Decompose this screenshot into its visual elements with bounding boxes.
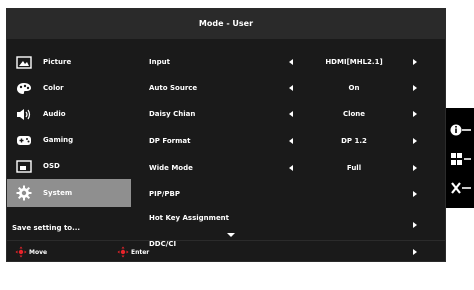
left-arrow-icon[interactable]	[289, 85, 293, 91]
picture-icon	[15, 54, 33, 70]
sidebar-item-gaming[interactable]: Gaming	[7, 127, 131, 153]
sidebar-item-color[interactable]: Color	[7, 75, 131, 101]
menu-title: Mode - User	[7, 9, 445, 39]
setting-value: HDMI[MHL2.1]	[325, 58, 383, 66]
setting-value: On	[348, 84, 360, 92]
sidebar-item-label: Audio	[43, 110, 66, 118]
setting-label: PIP/PBP	[149, 190, 181, 198]
settings-list: Input HDMI[MHL2.1] Auto Source On Daisy …	[131, 49, 445, 259]
move-hint: Move	[15, 246, 47, 258]
sidebar: Picture Color Audio Gaming OSD System	[7, 49, 131, 219]
close-icon[interactable]	[450, 180, 472, 194]
right-arrow-icon[interactable]	[413, 222, 417, 228]
gear-icon	[15, 185, 33, 201]
info-icon[interactable]	[450, 122, 472, 136]
right-arrow-icon[interactable]	[413, 59, 417, 65]
footer: Move Enter	[7, 240, 445, 261]
setting-label: Input	[149, 58, 170, 66]
palette-icon	[15, 80, 33, 96]
dpad-move-icon	[15, 246, 27, 258]
hardware-button-panel	[446, 108, 474, 208]
right-arrow-icon[interactable]	[413, 165, 417, 171]
setting-label: DP Format	[149, 137, 191, 145]
dpad-enter-icon	[117, 246, 129, 258]
sidebar-item-label: Gaming	[43, 136, 74, 144]
sidebar-item-label: OSD	[43, 162, 60, 170]
left-arrow-icon[interactable]	[289, 138, 293, 144]
right-arrow-icon[interactable]	[413, 85, 417, 91]
setting-row-daisy-chain[interactable]: Daisy Chian Clone	[131, 101, 445, 127]
setting-row-pip-pbp[interactable]: PIP/PBP	[131, 181, 445, 207]
osd-menu: Mode - User Picture Color Audio Gaming O…	[6, 8, 446, 262]
right-arrow-icon[interactable]	[413, 111, 417, 117]
right-arrow-icon[interactable]	[413, 138, 417, 144]
setting-value: Clone	[342, 110, 366, 118]
setting-row-input[interactable]: Input HDMI[MHL2.1]	[131, 49, 445, 75]
enter-hint: Enter	[117, 246, 149, 258]
setting-label: Hot Key Assignment	[149, 214, 230, 222]
sidebar-item-osd[interactable]: OSD	[7, 153, 131, 179]
speaker-icon	[15, 106, 33, 122]
enter-label: Enter	[131, 248, 150, 256]
scroll-down-icon[interactable]	[227, 233, 235, 237]
setting-label: Auto Source	[149, 84, 198, 92]
grid-icon[interactable]	[450, 151, 472, 165]
setting-row-wide-mode[interactable]: Wide Mode Full	[131, 155, 445, 181]
sidebar-item-label: Picture	[43, 58, 72, 66]
move-label: Move	[29, 248, 48, 256]
setting-label: Daisy Chian	[149, 110, 196, 118]
left-arrow-icon[interactable]	[289, 59, 293, 65]
sidebar-item-audio[interactable]: Audio	[7, 101, 131, 127]
right-arrow-icon[interactable]	[413, 191, 417, 197]
left-arrow-icon[interactable]	[289, 111, 293, 117]
setting-value: DP 1.2	[341, 137, 367, 145]
setting-label: Wide Mode	[149, 164, 193, 172]
sidebar-item-label: System	[43, 189, 73, 197]
setting-row-dp-format[interactable]: DP Format DP 1.2	[131, 128, 445, 154]
setting-row-auto-source[interactable]: Auto Source On	[131, 75, 445, 101]
sidebar-item-label: Color	[43, 84, 64, 92]
sidebar-item-system[interactable]: System	[7, 179, 131, 207]
left-arrow-icon[interactable]	[289, 165, 293, 171]
setting-value: Full	[346, 164, 362, 172]
gamepad-icon	[15, 132, 33, 148]
osd-icon	[15, 158, 33, 174]
sidebar-item-picture[interactable]: Picture	[7, 49, 131, 75]
save-setting-button[interactable]: Save setting to...	[12, 224, 80, 232]
setting-row-hot-key-assignment[interactable]: Hot Key Assignment	[131, 207, 445, 233]
